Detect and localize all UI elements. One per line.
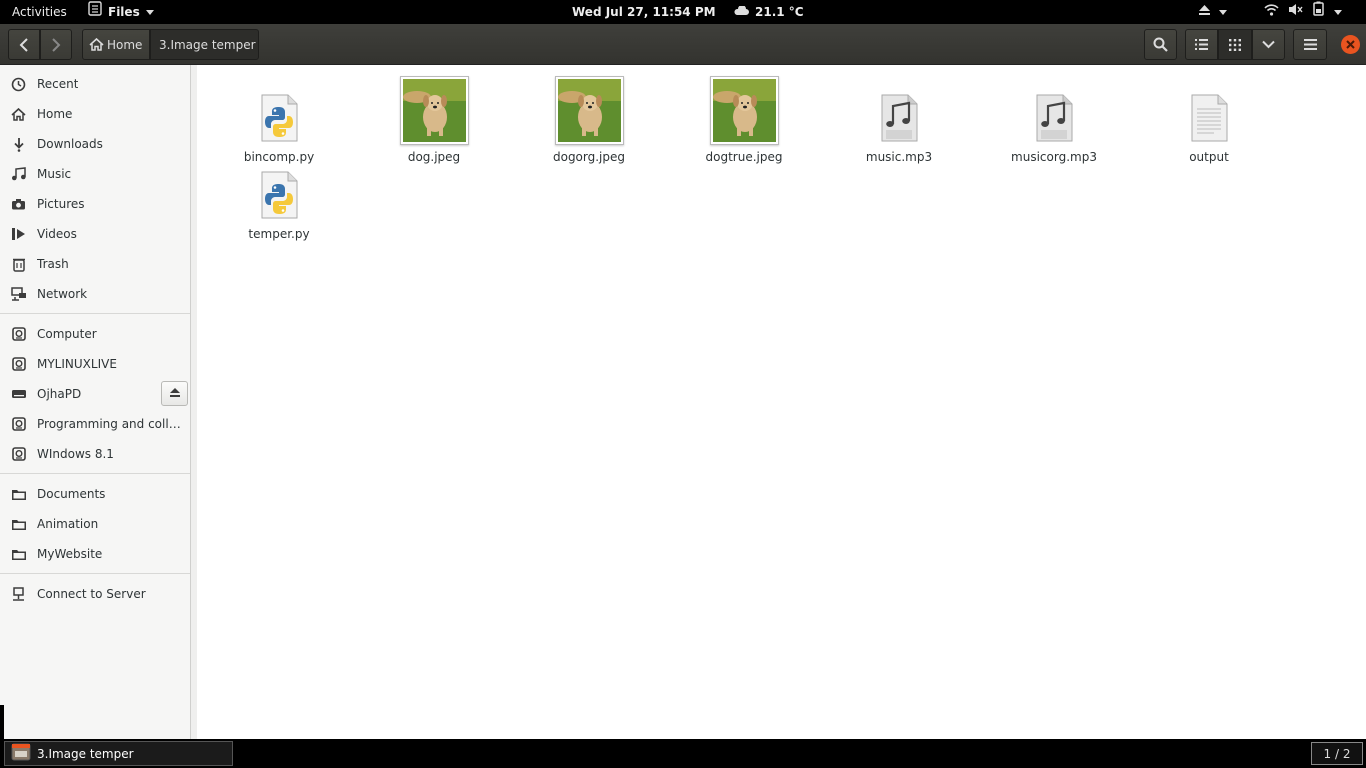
weather-indicator[interactable]: 21.1 °C (733, 0, 804, 24)
python-file-icon (260, 94, 298, 145)
sidebar-item-pictures[interactable]: Pictures (0, 189, 190, 219)
chevron-down-icon (145, 9, 154, 15)
dog-image-thumbnail (709, 76, 779, 145)
video-icon (0, 228, 37, 240)
folder-icon (0, 548, 37, 561)
camera-icon (0, 198, 37, 210)
external-drive-icon (0, 389, 37, 399)
folder-icon (0, 488, 37, 501)
search-icon (1153, 37, 1168, 52)
text-file-icon (1190, 94, 1228, 145)
drive-icon (0, 447, 37, 461)
files-app-icon (88, 0, 102, 24)
back-button[interactable] (8, 29, 40, 60)
sidebar-item-documents[interactable]: Documents (0, 479, 190, 509)
folder-icon (0, 518, 37, 531)
activities-button[interactable]: Activities (12, 0, 67, 24)
sidebar: Recent Home Downloads Music Pictures Vid… (0, 65, 191, 739)
breadcrumb-home[interactable]: Home (82, 29, 150, 60)
music-note-icon (0, 167, 37, 181)
breadcrumb-current[interactable]: 3.Image temper (150, 29, 259, 60)
sidebar-item-trash[interactable]: Trash (0, 249, 190, 279)
sidebar-item-computer[interactable]: Computer (0, 319, 190, 349)
cloud-icon (733, 0, 749, 24)
bottom-taskbar: 3.Image temper 1 / 2 (0, 705, 1366, 768)
chevron-down-icon (1334, 9, 1342, 15)
system-menu[interactable] (1264, 0, 1342, 24)
clock[interactable]: Wed Jul 27, 11:54 PM (572, 0, 716, 24)
eject-button[interactable] (161, 381, 188, 406)
menu-button[interactable] (1293, 29, 1327, 60)
hamburger-menu-icon (1303, 39, 1317, 50)
files-app-icon (11, 743, 31, 764)
home-icon (0, 107, 37, 121)
forward-button[interactable] (40, 29, 72, 60)
wifi-icon (1264, 0, 1279, 24)
sidebar-item-recent[interactable]: Recent (0, 69, 190, 99)
sidebar-item-programming[interactable]: Programming and colleg… (0, 409, 190, 439)
sidebar-item-home[interactable]: Home (0, 99, 190, 129)
chevron-left-icon (19, 37, 29, 52)
sidebar-item-downloads[interactable]: Downloads (0, 129, 190, 159)
eject-menu[interactable] (1198, 0, 1227, 24)
sidebar-divider (0, 473, 190, 474)
home-icon (89, 38, 104, 51)
grid-view-button[interactable] (1218, 29, 1252, 60)
sidebar-item-animation[interactable]: Animation (0, 509, 190, 539)
search-button[interactable] (1144, 29, 1177, 60)
sidebar-item-connect-to-server[interactable]: Connect to Server (0, 579, 190, 609)
file-view[interactable]: bincomp.py dog.jpeg dogorg.jpeg dogtrue.… (191, 65, 1366, 739)
close-button[interactable] (1341, 35, 1360, 54)
sidebar-item-windows[interactable]: WIndows 8.1 (0, 439, 190, 469)
workspace-indicator[interactable]: 1 / 2 (1311, 742, 1363, 765)
eject-icon (1198, 0, 1211, 24)
drive-icon (0, 417, 37, 431)
left-edge (0, 705, 4, 739)
clock-icon (0, 77, 37, 92)
grid-view-icon (1229, 38, 1241, 51)
drive-icon (0, 327, 37, 341)
file-item[interactable]: temper.py (219, 150, 339, 241)
python-file-icon (260, 171, 298, 222)
eject-icon (169, 387, 181, 401)
dog-image-thumbnail (399, 76, 469, 145)
chevron-down-icon (1262, 40, 1275, 49)
sidebar-item-mylinuxlive[interactable]: MYLINUXLIVE (0, 349, 190, 379)
audio-file-icon (1035, 94, 1073, 145)
file-item[interactable]: output (1149, 73, 1269, 164)
file-item[interactable]: music.mp3 (839, 73, 959, 164)
dog-image-thumbnail (554, 76, 624, 145)
list-view-button[interactable] (1185, 29, 1218, 60)
sidebar-divider (0, 313, 190, 314)
sidebar-item-network[interactable]: Network (0, 279, 190, 309)
chevron-down-icon (1219, 9, 1227, 15)
file-item[interactable]: musicorg.mp3 (994, 73, 1114, 164)
server-connect-icon (0, 586, 37, 602)
sidebar-item-videos[interactable]: Videos (0, 219, 190, 249)
download-icon (0, 137, 37, 152)
sidebar-item-mywebsite[interactable]: MyWebsite (0, 539, 190, 569)
chevron-right-icon (51, 37, 61, 52)
volume-muted-icon (1288, 0, 1303, 24)
list-view-icon (1195, 39, 1208, 50)
sidebar-divider (0, 573, 190, 574)
network-icon (0, 287, 37, 301)
file-item[interactable]: dogorg.jpeg (529, 73, 649, 164)
trash-icon (0, 257, 37, 272)
taskbar-window-button[interactable]: 3.Image temper (4, 741, 233, 766)
file-item[interactable]: dog.jpeg (374, 73, 494, 164)
close-icon (1346, 38, 1355, 52)
file-item[interactable]: dogtrue.jpeg (684, 73, 804, 164)
files-app-menu[interactable]: Files (88, 0, 154, 24)
battery-icon (1312, 0, 1325, 24)
audio-file-icon (880, 94, 918, 145)
view-options-button[interactable] (1252, 29, 1285, 60)
drive-icon (0, 357, 37, 371)
sidebar-item-music[interactable]: Music (0, 159, 190, 189)
header-bar: Home 3.Image temper (0, 24, 1366, 65)
top-bar: Activities Files Wed Jul 27, 11:54 PM 21… (0, 0, 1366, 24)
